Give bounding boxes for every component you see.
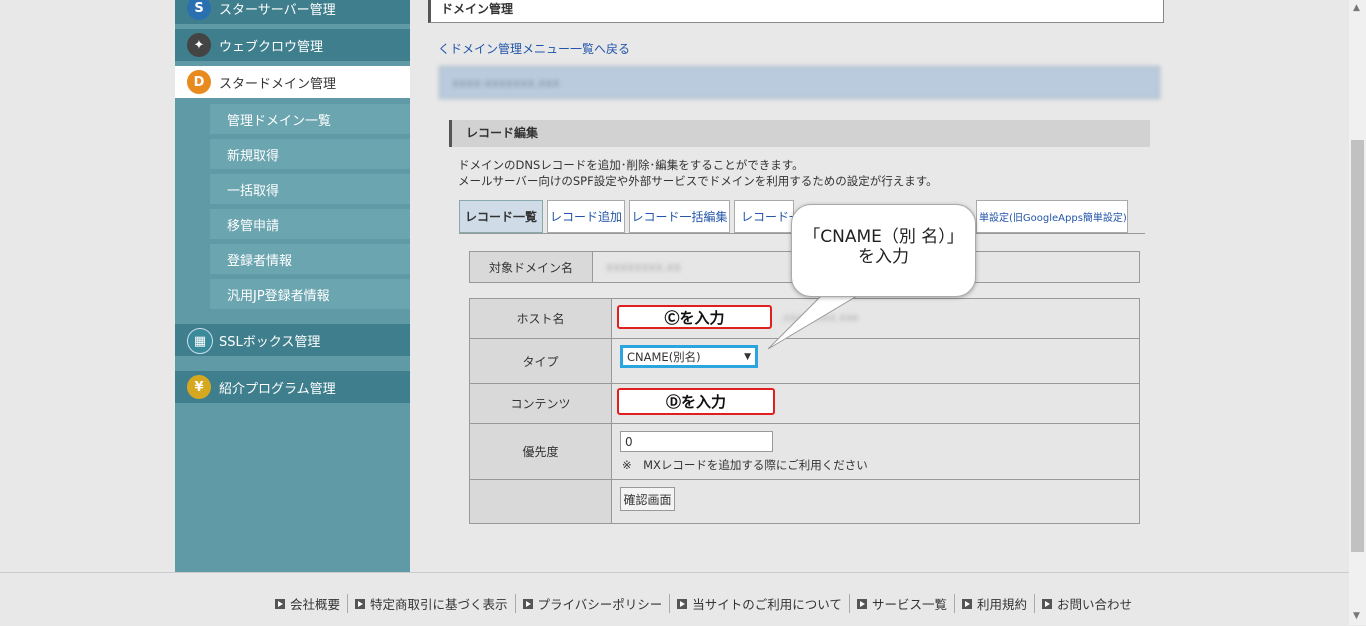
nav-ssl-box-label: SSLボックス管理	[219, 334, 321, 350]
footer: 会社概要 特定商取引に基づく表示 プライバシーポリシー 当サイトのご利用について…	[0, 572, 1349, 626]
footer-link-company[interactable]: 会社概要	[268, 594, 349, 613]
nav-star-server-label: スターサーバー管理	[219, 2, 336, 18]
domain-name-bar: xxxx-xxxxxxx.xxx	[439, 66, 1160, 99]
section-description: ドメインのDNSレコードを追加･削除･編集をすることができます。 メールサーバー…	[458, 157, 938, 189]
nav-star-domain-label: スタードメイン管理	[219, 76, 337, 92]
play-bullet-icon	[677, 598, 688, 609]
sidebar-item-domain-list[interactable]: 管理ドメイン一覧	[210, 104, 410, 134]
type-cell: CNAME(別名) ▼	[611, 338, 1140, 384]
page-title: ドメイン管理	[428, 0, 1164, 23]
tab-record-bulk-edit[interactable]: レコード一括編集	[629, 200, 730, 233]
footer-link-contact[interactable]: お問い合わせ	[1035, 594, 1139, 613]
footer-link-label: 特定商取引に基づく表示	[370, 597, 508, 612]
chevron-down-icon: ▼	[744, 351, 751, 362]
nav-ssl-box[interactable]: ▦ SSLボックス管理	[175, 324, 410, 356]
tab-record-list[interactable]: レコード一覧	[459, 200, 543, 233]
nav-star-server[interactable]: S スターサーバー管理	[175, 0, 410, 24]
description-line-2: メールサーバー向けのSPF設定や外部サービスでドメインを利用するための設定が行え…	[458, 174, 938, 188]
type-select-value: CNAME(別名)	[627, 349, 701, 364]
host-label: ホスト名	[469, 298, 612, 339]
tab-record-other[interactable]: レコード一	[734, 200, 794, 233]
sidebar-item-label: 移管申請	[227, 218, 280, 234]
footer-link-site-usage[interactable]: 当サイトのご利用について	[670, 594, 850, 613]
footer-link-label: プライバシーポリシー	[537, 597, 663, 612]
description-line-1: ドメインのDNSレコードを追加･削除･編集をすることができます。	[458, 158, 804, 172]
confirm-cell: 確認画面	[611, 479, 1140, 524]
sidebar-item-new[interactable]: 新規取得	[210, 139, 410, 169]
back-to-menu-link[interactable]: くドメイン管理メニュー一覧へ戻る	[438, 40, 630, 57]
play-bullet-icon	[275, 598, 285, 609]
empty-label	[469, 479, 612, 524]
footer-link-label: 利用規約	[976, 597, 1027, 612]
nav-webcrow[interactable]: ✦ ウェブクロウ管理	[175, 29, 410, 61]
callout-line-1: 「CNAME（別 名）」	[803, 227, 964, 247]
footer-link-services[interactable]: サービス一覧	[850, 594, 955, 613]
target-domain-label: 対象ドメイン名	[469, 251, 593, 283]
sidebar: S スターサーバー管理 ✦ ウェブクロウ管理 D スタードメイン管理 管理ドメイ…	[175, 0, 410, 572]
footer-link-label: 当サイトのご利用について	[692, 597, 842, 612]
confirm-button[interactable]: 確認画面	[620, 487, 675, 511]
footer-link-terms[interactable]: 利用規約	[955, 594, 1035, 613]
host-marker: Ⓒを入力	[664, 308, 725, 327]
callout-bubble: 「CNAME（別 名）」 を入力	[791, 204, 976, 297]
play-bullet-icon	[355, 598, 366, 609]
priority-cell: 0 ※ MXレコードを追加する際にご利用ください	[611, 423, 1140, 480]
scroll-down-icon[interactable]: ▼	[1353, 611, 1360, 621]
sidebar-item-label: 管理ドメイン一覧	[227, 113, 332, 129]
play-bullet-icon	[856, 598, 867, 609]
contents-cell: Ⓓを入力	[611, 383, 1140, 424]
priority-label: 優先度	[469, 423, 612, 480]
footer-link-privacy[interactable]: プライバシーポリシー	[516, 594, 671, 613]
vertical-scrollbar[interactable]: ▲ ▼	[1349, 0, 1366, 625]
yen-coin-icon: ¥	[187, 375, 211, 399]
footer-link-tokutei[interactable]: 特定商取引に基づく表示	[348, 594, 516, 613]
nav-referral[interactable]: ¥ 紹介プログラム管理	[175, 371, 410, 403]
tab-record-add[interactable]: レコード追加	[547, 200, 625, 233]
play-bullet-icon	[1041, 598, 1052, 609]
host-cell: Ⓒを入力 .xxxxxxxx.xxe	[611, 298, 1140, 339]
sidebar-item-bulk[interactable]: 一括取得	[210, 174, 410, 204]
sidebar-item-label: 一括取得	[227, 183, 280, 199]
ssl-box-icon: ▦	[187, 328, 213, 354]
webcrow-icon: ✦	[187, 33, 211, 57]
nav-referral-label: 紹介プログラム管理	[219, 381, 336, 397]
star-server-icon: S	[187, 0, 211, 20]
contents-label: コンテンツ	[469, 383, 612, 424]
type-select[interactable]: CNAME(別名) ▼	[620, 345, 758, 368]
sidebar-item-label: 汎用JP登録者情報	[227, 288, 330, 304]
sidebar-item-transfer[interactable]: 移管申請	[210, 209, 410, 239]
sidebar-item-label: 新規取得	[227, 148, 280, 164]
footer-link-label: 会社概要	[290, 597, 341, 612]
sidebar-item-registrant[interactable]: 登録者情報	[210, 244, 410, 274]
priority-input[interactable]: 0	[620, 431, 773, 452]
section-title: レコード編集	[449, 120, 1150, 147]
callout-line-2: を入力	[858, 247, 909, 267]
nav-star-domain[interactable]: D スタードメイン管理	[175, 66, 410, 98]
contents-input[interactable]: Ⓓを入力	[617, 388, 775, 415]
play-bullet-icon	[961, 598, 972, 609]
scrollbar-thumb[interactable]	[1351, 140, 1364, 552]
host-input[interactable]: Ⓒを入力	[617, 305, 772, 329]
sidebar-item-jp-registrant[interactable]: 汎用JP登録者情報	[210, 279, 410, 309]
nav-webcrow-label: ウェブクロウ管理	[219, 39, 324, 55]
play-bullet-icon	[522, 598, 533, 609]
footer-links: 会社概要 特定商取引に基づく表示 プライバシーポリシー 当サイトのご利用について…	[268, 594, 1139, 613]
sidebar-item-label: 登録者情報	[227, 253, 293, 269]
contents-marker: Ⓓを入力	[665, 393, 726, 411]
footer-link-label: サービス一覧	[871, 597, 947, 612]
star-domain-icon: D	[187, 70, 211, 94]
type-label: タイプ	[469, 338, 612, 384]
priority-note: ※ MXレコードを追加する際にご利用ください	[622, 458, 868, 472]
footer-link-label: お問い合わせ	[1056, 597, 1132, 612]
tab-simple-settings[interactable]: 単設定(旧GoogleApps簡単設定)	[976, 200, 1128, 233]
scroll-up-icon[interactable]: ▲	[1353, 3, 1360, 13]
